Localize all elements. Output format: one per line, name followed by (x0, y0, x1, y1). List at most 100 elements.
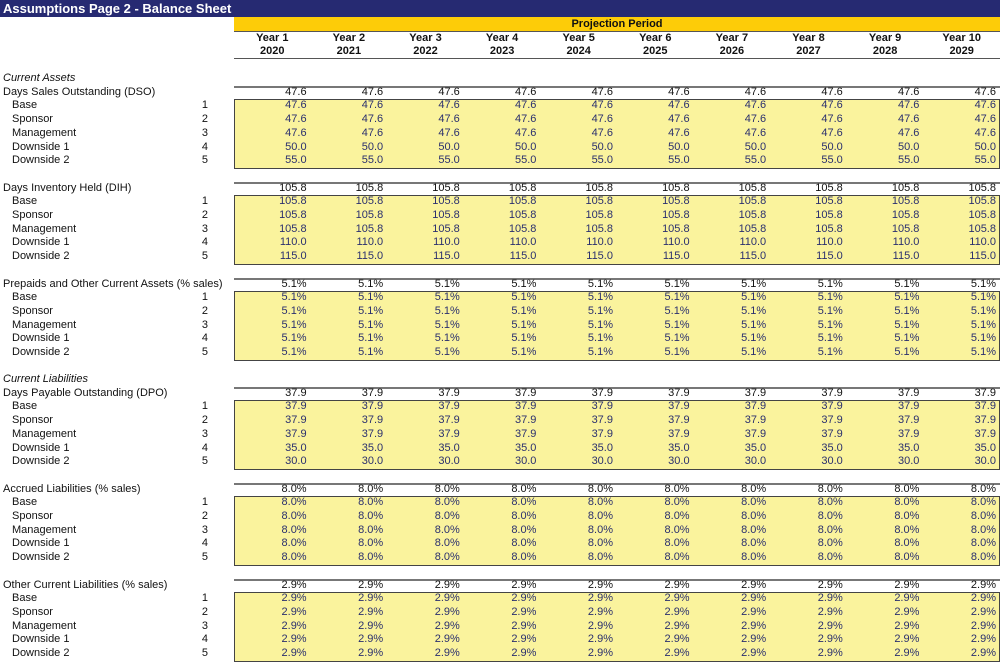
value-cell[interactable]: 30.0 (617, 455, 694, 469)
value-cell[interactable]: 2.9% (540, 620, 617, 634)
value-cell[interactable]: 5.1% (770, 332, 847, 346)
value-cell[interactable]: 55.0 (770, 154, 847, 168)
value-cell[interactable]: 50.0 (923, 141, 1000, 155)
value-cell[interactable]: 105.8 (770, 223, 847, 237)
value-cell[interactable]: 37.9 (540, 428, 617, 442)
value-cell[interactable]: 8.0% (617, 551, 694, 565)
value-cell[interactable]: 105.8 (387, 223, 464, 237)
value-cell[interactable]: 50.0 (464, 141, 541, 155)
value-cell[interactable]: 5.1% (311, 291, 388, 305)
value-cell[interactable]: 110.0 (387, 236, 464, 250)
value-cell[interactable]: 105.8 (923, 223, 1000, 237)
value-cell[interactable]: 35.0 (923, 442, 1000, 456)
value-cell[interactable]: 47.6 (923, 113, 1000, 127)
value-cell[interactable]: 105.8 (694, 223, 771, 237)
value-cell[interactable]: 2.9% (387, 620, 464, 634)
value-cell[interactable]: 47.6 (923, 127, 1000, 141)
value-cell[interactable]: 5.1% (464, 305, 541, 319)
value-cell[interactable]: 5.1% (311, 346, 388, 360)
value-cell[interactable]: 37.9 (540, 400, 617, 414)
value-cell[interactable]: 2.9% (923, 606, 1000, 620)
value-cell[interactable]: 5.1% (540, 319, 617, 333)
value-cell[interactable]: 47.6 (387, 127, 464, 141)
value-cell[interactable]: 47.6 (387, 99, 464, 113)
value-cell[interactable]: 2.9% (847, 606, 924, 620)
value-cell[interactable]: 35.0 (234, 442, 311, 456)
value-cell[interactable]: 2.9% (311, 633, 388, 647)
value-cell[interactable]: 8.0% (234, 524, 311, 538)
value-cell[interactable]: 47.6 (770, 127, 847, 141)
value-cell[interactable]: 105.8 (694, 195, 771, 209)
value-cell[interactable]: 30.0 (923, 455, 1000, 469)
value-cell[interactable]: 37.9 (847, 414, 924, 428)
value-cell[interactable]: 5.1% (234, 346, 311, 360)
value-cell[interactable]: 8.0% (234, 496, 311, 510)
value-cell[interactable]: 2.9% (923, 592, 1000, 606)
value-cell[interactable]: 50.0 (770, 141, 847, 155)
value-cell[interactable]: 8.0% (694, 510, 771, 524)
value-cell[interactable]: 5.1% (923, 305, 1000, 319)
value-cell[interactable]: 105.8 (234, 223, 311, 237)
value-cell[interactable]: 30.0 (540, 455, 617, 469)
value-cell[interactable]: 47.6 (311, 127, 388, 141)
value-cell[interactable]: 105.8 (923, 209, 1000, 223)
value-cell[interactable]: 35.0 (540, 442, 617, 456)
value-cell[interactable]: 5.1% (387, 332, 464, 346)
value-cell[interactable]: 50.0 (540, 141, 617, 155)
value-cell[interactable]: 37.9 (617, 400, 694, 414)
value-cell[interactable]: 2.9% (770, 647, 847, 661)
value-cell[interactable]: 35.0 (387, 442, 464, 456)
value-cell[interactable]: 2.9% (234, 592, 311, 606)
value-cell[interactable]: 8.0% (387, 510, 464, 524)
value-cell[interactable]: 47.6 (234, 113, 311, 127)
value-cell[interactable]: 8.0% (923, 510, 1000, 524)
value-cell[interactable]: 37.9 (923, 428, 1000, 442)
value-cell[interactable]: 115.0 (464, 250, 541, 264)
value-cell[interactable]: 2.9% (923, 647, 1000, 661)
value-cell[interactable]: 5.1% (923, 291, 1000, 305)
value-cell[interactable]: 47.6 (617, 127, 694, 141)
value-cell[interactable]: 8.0% (923, 537, 1000, 551)
value-cell[interactable]: 30.0 (464, 455, 541, 469)
value-cell[interactable]: 105.8 (387, 195, 464, 209)
value-cell[interactable]: 2.9% (311, 647, 388, 661)
value-cell[interactable]: 5.1% (234, 332, 311, 346)
value-cell[interactable]: 50.0 (617, 141, 694, 155)
value-cell[interactable]: 5.1% (234, 305, 311, 319)
value-cell[interactable]: 35.0 (464, 442, 541, 456)
value-cell[interactable]: 115.0 (617, 250, 694, 264)
value-cell[interactable]: 110.0 (847, 236, 924, 250)
value-cell[interactable]: 5.1% (387, 291, 464, 305)
value-cell[interactable]: 8.0% (847, 551, 924, 565)
value-cell[interactable]: 47.6 (694, 113, 771, 127)
value-cell[interactable]: 47.6 (770, 99, 847, 113)
value-cell[interactable]: 110.0 (770, 236, 847, 250)
value-cell[interactable]: 2.9% (847, 647, 924, 661)
value-cell[interactable]: 47.6 (617, 113, 694, 127)
value-cell[interactable]: 8.0% (694, 524, 771, 538)
value-cell[interactable]: 55.0 (540, 154, 617, 168)
value-cell[interactable]: 55.0 (234, 154, 311, 168)
value-cell[interactable]: 8.0% (923, 551, 1000, 565)
value-cell[interactable]: 55.0 (694, 154, 771, 168)
value-cell[interactable]: 5.1% (847, 346, 924, 360)
value-cell[interactable]: 2.9% (464, 606, 541, 620)
value-cell[interactable]: 5.1% (617, 291, 694, 305)
value-cell[interactable]: 50.0 (311, 141, 388, 155)
value-cell[interactable]: 37.9 (311, 400, 388, 414)
value-cell[interactable]: 8.0% (464, 510, 541, 524)
value-cell[interactable]: 30.0 (311, 455, 388, 469)
value-cell[interactable]: 8.0% (311, 524, 388, 538)
value-cell[interactable]: 55.0 (464, 154, 541, 168)
value-cell[interactable]: 37.9 (617, 414, 694, 428)
value-cell[interactable]: 47.6 (694, 127, 771, 141)
value-cell[interactable]: 8.0% (694, 496, 771, 510)
value-cell[interactable]: 30.0 (694, 455, 771, 469)
value-cell[interactable]: 8.0% (847, 537, 924, 551)
value-cell[interactable]: 8.0% (923, 524, 1000, 538)
value-cell[interactable]: 110.0 (311, 236, 388, 250)
value-cell[interactable]: 5.1% (847, 305, 924, 319)
value-cell[interactable]: 50.0 (387, 141, 464, 155)
value-cell[interactable]: 8.0% (847, 510, 924, 524)
value-cell[interactable]: 35.0 (847, 442, 924, 456)
